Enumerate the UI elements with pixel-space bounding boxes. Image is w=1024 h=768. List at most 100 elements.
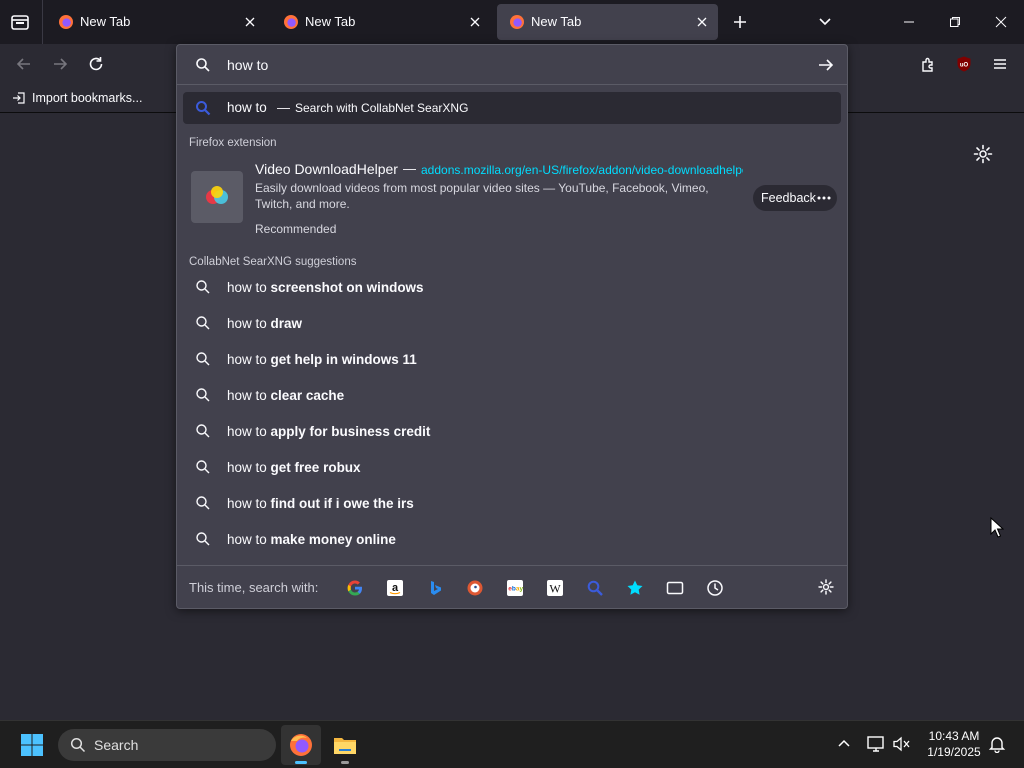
extension-group-label: Firefox extension — [189, 137, 277, 149]
clock-date: 1/19/2025 — [927, 745, 981, 759]
extension-description: Easily download videos from most popular… — [255, 181, 709, 211]
close-icon[interactable] — [242, 14, 258, 30]
customize-new-tab-button[interactable] — [972, 143, 994, 165]
firefox-favicon-icon — [284, 15, 298, 29]
suggestion-text: how to get help in windows 11 — [227, 352, 417, 367]
video-downloadhelper-icon — [206, 186, 228, 204]
restore-icon — [950, 17, 960, 27]
bookmarks-star-icon — [627, 580, 643, 595]
urlbar-input[interactable]: how to — [177, 45, 847, 85]
searxng-icon — [587, 580, 603, 596]
taskbar-search-box[interactable]: Search — [58, 729, 276, 761]
taskbar-search-label: Search — [94, 737, 139, 753]
volume-button[interactable] — [892, 735, 912, 753]
windows-taskbar: Search 10:43 AM 1/19/2025 — [0, 720, 1024, 768]
taskbar-file-explorer[interactable] — [325, 725, 365, 765]
searxng-search-button[interactable] — [585, 578, 605, 598]
amazon-search-button[interactable]: a — [385, 578, 405, 598]
taskbar-firefox[interactable] — [281, 725, 321, 765]
close-icon[interactable] — [467, 14, 483, 30]
clock-time: 10:43 AM — [928, 729, 980, 743]
urlbar-value[interactable]: how to — [227, 57, 268, 73]
extension-suggestion[interactable]: Video DownloadHelper — addons.mozilla.or… — [183, 155, 841, 247]
google-search-button[interactable] — [345, 578, 365, 598]
search-suggestion[interactable]: how to find out if i owe the irs — [183, 487, 841, 521]
app-menu-button[interactable] — [986, 50, 1014, 78]
forward-button[interactable] — [46, 50, 74, 78]
active-indicator — [295, 761, 307, 764]
search-suggestion[interactable]: how to draw — [183, 307, 841, 341]
gear-icon — [973, 144, 993, 164]
minimize-button[interactable] — [886, 0, 932, 44]
bell-icon — [988, 737, 1006, 753]
import-bookmarks-button[interactable]: Import bookmarks... — [12, 90, 142, 106]
restore-button[interactable] — [932, 0, 978, 44]
wikipedia-icon: W — [547, 580, 563, 596]
search-icon — [196, 532, 210, 546]
duckduckgo-search-button[interactable] — [465, 578, 485, 598]
feedback-button[interactable]: Feedback — [753, 185, 837, 211]
firefox-favicon-icon — [59, 15, 73, 29]
suggestion-text: how to find out if i owe the irs — [227, 496, 414, 511]
tabs-search-button[interactable] — [665, 578, 685, 598]
ublock-origin-button[interactable]: uO — [950, 50, 978, 78]
history-search-button[interactable] — [705, 578, 725, 598]
extension-separator: — — [403, 161, 416, 176]
google-icon — [347, 580, 362, 596]
close-window-button[interactable] — [978, 0, 1024, 44]
arrow-right-icon — [54, 58, 68, 70]
svg-text:a: a — [392, 582, 399, 594]
reload-button[interactable] — [82, 50, 110, 78]
plus-icon — [734, 16, 746, 28]
extension-url[interactable]: addons.mozilla.org/en-US/firefox/addon/v… — [421, 163, 743, 177]
heuristic-search-result[interactable]: how to — Search with CollabNet SearXNG — [183, 92, 841, 124]
suggestion-text: how to screenshot on windows — [227, 280, 424, 295]
minimize-icon — [904, 21, 914, 23]
tab-title: New Tab — [80, 14, 131, 29]
gear-icon — [818, 579, 834, 595]
close-icon — [995, 16, 1007, 28]
firefox-view-button[interactable] — [8, 10, 32, 34]
reload-icon — [89, 57, 103, 71]
wikipedia-search-button[interactable]: W — [545, 578, 565, 598]
search-suggestion[interactable]: how to get help in windows 11 — [183, 343, 841, 377]
bookmarks-search-button[interactable] — [625, 578, 645, 598]
tab-title: New Tab — [531, 14, 582, 29]
recommended-label: Recommended — [255, 222, 337, 236]
tabs-icon — [666, 581, 684, 595]
tab-divider — [42, 0, 43, 44]
history-icon — [707, 580, 723, 596]
extensions-button[interactable] — [914, 50, 942, 78]
tab-1[interactable]: New Tab — [46, 4, 266, 40]
firefox-favicon-icon — [510, 15, 524, 29]
network-button[interactable] — [866, 735, 886, 753]
running-indicator — [341, 761, 349, 764]
ebay-search-button[interactable]: ebay — [505, 578, 525, 598]
show-hidden-icons-button[interactable] — [836, 735, 852, 753]
notifications-button[interactable] — [988, 735, 1006, 753]
search-suggestion[interactable]: how to apply for business credit — [183, 415, 841, 449]
bing-icon — [431, 581, 441, 595]
search-suggestion[interactable]: how to get free robux — [183, 451, 841, 485]
back-button[interactable] — [10, 50, 38, 78]
search-suggestion[interactable]: how to make money online — [183, 523, 841, 557]
new-tab-button[interactable] — [730, 12, 750, 32]
bing-search-button[interactable] — [425, 578, 445, 598]
suggestion-text: how to apply for business credit — [227, 424, 431, 439]
tab-3-active[interactable]: New Tab — [497, 4, 718, 40]
svg-text:W: W — [549, 582, 561, 596]
search-icon — [196, 424, 210, 438]
clock[interactable]: 10:43 AM 1/19/2025 — [924, 728, 984, 760]
network-icon — [867, 736, 884, 752]
search-settings-button[interactable] — [817, 578, 835, 596]
chevron-down-icon — [819, 18, 831, 26]
close-icon[interactable] — [694, 14, 710, 30]
go-arrow-icon[interactable] — [817, 57, 835, 73]
arrow-left-icon — [16, 58, 30, 70]
search-suggestion[interactable]: how to clear cache — [183, 379, 841, 413]
start-button[interactable] — [20, 733, 44, 757]
tab-2[interactable]: New Tab — [271, 4, 491, 40]
list-all-tabs-button[interactable] — [815, 12, 835, 32]
search-icon — [196, 280, 210, 294]
search-suggestion[interactable]: how to screenshot on windows — [183, 271, 841, 305]
